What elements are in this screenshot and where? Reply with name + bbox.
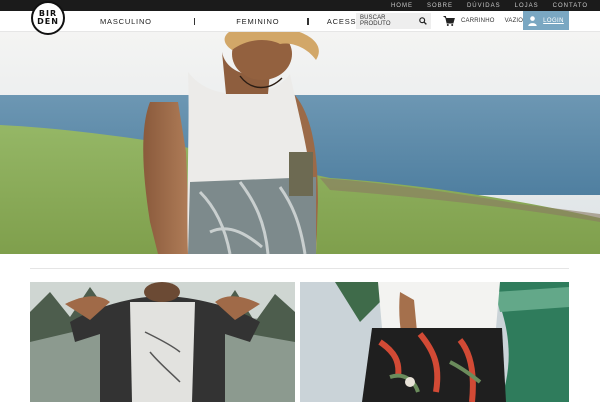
nav-separator xyxy=(307,18,309,25)
login-button[interactable]: LOGIN xyxy=(523,11,569,30)
nav-separator xyxy=(193,18,196,25)
top-nav: HOME SOBRE DÚVIDAS LOJAS CONTATO xyxy=(391,0,588,11)
main-header: MASCULINO FEMININO ACESSÓRIOS BUSCAR PRO… xyxy=(0,11,600,32)
promo-tile-shorts[interactable] xyxy=(300,282,569,402)
cart-status: VAZIO xyxy=(504,18,524,24)
category-masculino[interactable]: MASCULINO xyxy=(100,17,152,26)
promo-image-tshirt xyxy=(30,282,295,402)
search-placeholder: BUSCAR PRODUTO xyxy=(360,15,391,27)
promo-image-boardshorts xyxy=(300,282,569,402)
top-nav-lojas[interactable]: LOJAS xyxy=(515,3,539,9)
promo-tile-masculino[interactable] xyxy=(30,282,295,402)
cart-link[interactable]: CARRINHO VAZIO xyxy=(443,15,523,27)
top-bar: HOME SOBRE DÚVIDAS LOJAS CONTATO xyxy=(0,0,600,11)
logo-text-line2: DEN xyxy=(37,17,59,26)
hero-banner[interactable] xyxy=(0,32,600,254)
cart-label: CARRINHO xyxy=(461,18,495,24)
category-feminino[interactable]: FEMININO xyxy=(236,17,279,26)
category-nav: MASCULINO FEMININO ACESSÓRIOS xyxy=(100,11,384,32)
top-nav-sobre[interactable]: SOBRE xyxy=(427,3,453,9)
birden-logo[interactable]: BIR DEN xyxy=(31,1,65,35)
login-label: LOGIN xyxy=(543,17,564,24)
search-icon[interactable] xyxy=(417,15,429,27)
top-nav-contato[interactable]: CONTATO xyxy=(553,3,588,9)
search-input[interactable]: BUSCAR PRODUTO xyxy=(356,13,431,29)
section-divider xyxy=(30,268,569,269)
user-icon xyxy=(528,15,537,26)
top-nav-home[interactable]: HOME xyxy=(391,3,413,9)
hero-image xyxy=(0,32,600,254)
cart-icon xyxy=(443,16,455,26)
top-nav-duvidas[interactable]: DÚVIDAS xyxy=(467,3,501,9)
